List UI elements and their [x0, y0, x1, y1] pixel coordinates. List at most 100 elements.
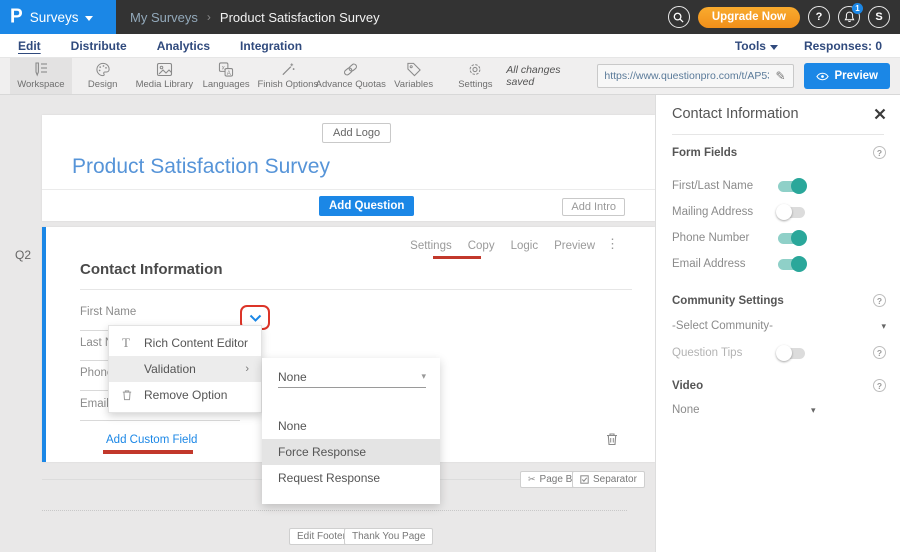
toolbar-item-design[interactable]: Design — [72, 58, 134, 94]
validation-option-request-response[interactable]: Request Response — [262, 465, 440, 491]
question-title[interactable]: Contact Information — [80, 261, 223, 278]
close-panel-button[interactable] — [874, 107, 886, 125]
thank-you-page-button[interactable]: Thank You Page — [344, 528, 433, 545]
chevron-down-icon[interactable]: ▾ — [881, 321, 886, 332]
question-logic-link[interactable]: Logic — [511, 240, 539, 252]
close-icon — [874, 108, 886, 120]
questionpro-survey-editor: P Surveys My Surveys › Product Satisfact… — [0, 0, 900, 552]
question-copy-link[interactable]: Copy — [468, 240, 495, 252]
toolbar-item-finish-options[interactable]: Finish Options — [257, 58, 319, 94]
footer-dotted-divider — [42, 510, 627, 511]
help-button[interactable]: ? — [808, 6, 830, 28]
question-action-menu: Settings Copy Logic Preview — [410, 240, 595, 252]
menu-item-remove-option[interactable]: Remove Option — [109, 382, 261, 408]
help-icon[interactable]: ? — [873, 379, 886, 392]
toolbar-label: Workspace — [17, 79, 64, 90]
tab-distribute[interactable]: Distribute — [71, 39, 127, 53]
translate-icon: xA — [218, 62, 234, 77]
notifications-button[interactable]: 1 — [838, 6, 860, 28]
option-label: Force Response — [278, 445, 366, 459]
toggle-question-tips[interactable] — [778, 348, 805, 359]
edit-url-pencil-icon[interactable]: ✎ — [769, 65, 793, 87]
magic-wand-icon — [280, 62, 296, 77]
toggle-phone-number[interactable] — [778, 233, 805, 244]
chevron-down-icon — [85, 16, 93, 21]
question-settings-link[interactable]: Settings — [410, 240, 452, 252]
toolbar-item-advance-quotas[interactable]: Advance Quotas — [319, 58, 383, 94]
toggle-label-phone-number: Phone Number — [672, 232, 749, 244]
separator-button[interactable]: Separator — [572, 471, 645, 488]
question-preview-link[interactable]: Preview — [554, 240, 595, 252]
toggle-email-address[interactable] — [778, 259, 805, 270]
add-intro-button[interactable]: Add Intro — [562, 198, 625, 216]
tab-integration[interactable]: Integration — [240, 39, 302, 53]
menu-item-validation[interactable]: Validation › — [109, 356, 261, 382]
help-label: ? — [816, 11, 823, 23]
search-button[interactable] — [668, 6, 690, 28]
video-heading: Video — [672, 380, 703, 392]
toggle-knob — [791, 230, 807, 246]
survey-title[interactable]: Product Satisfaction Survey — [72, 155, 330, 179]
chevron-down-icon — [770, 45, 778, 50]
toolbar-item-settings[interactable]: Settings — [445, 58, 507, 94]
upgrade-now-button[interactable]: Upgrade Now — [698, 7, 800, 28]
menu-item-label: Remove Option — [144, 388, 227, 402]
eye-icon — [816, 72, 829, 81]
text-format-icon: T — [122, 335, 144, 351]
help-icon[interactable]: ? — [873, 346, 886, 359]
select-community-dropdown[interactable]: -Select Community- — [672, 320, 773, 332]
avatar-initial: S — [875, 11, 882, 23]
toolbar-item-media-library[interactable]: Media Library — [134, 58, 196, 94]
field-context-menu: T Rich Content Editor Validation › Remov… — [108, 325, 262, 413]
toolbar-item-languages[interactable]: xA Languages — [195, 58, 257, 94]
question-more-menu[interactable]: ⋮ — [606, 236, 619, 252]
menu-item-label: Rich Content Editor — [144, 336, 248, 350]
tools-menu[interactable]: Tools — [735, 39, 778, 53]
toggle-label-email-address: Email Address — [672, 258, 746, 270]
chevron-down-icon: ▾ — [421, 371, 426, 382]
menu-item-label: Validation — [144, 362, 196, 376]
image-icon — [156, 62, 173, 77]
chevron-down-icon[interactable]: ▾ — [811, 405, 816, 416]
help-icon[interactable]: ? — [873, 294, 886, 307]
preview-label: Preview — [835, 70, 878, 82]
tab-edit[interactable]: Edit — [18, 39, 41, 53]
breadcrumb-current-survey: Product Satisfaction Survey — [220, 10, 380, 25]
validation-option-none[interactable]: None — [262, 413, 440, 439]
toolbar-item-workspace[interactable]: Workspace — [10, 58, 72, 94]
field-underline — [80, 420, 240, 421]
tab-analytics[interactable]: Analytics — [157, 39, 210, 53]
toolbar-label: Variables — [394, 79, 433, 90]
validation-select[interactable]: None ▾ — [278, 366, 426, 388]
product-switcher[interactable]: P Surveys — [0, 0, 116, 34]
menu-item-rich-content-editor[interactable]: T Rich Content Editor — [109, 330, 261, 356]
breadcrumb-separator: › — [207, 10, 211, 24]
toolbar-label: Finish Options — [258, 79, 319, 90]
toggle-knob — [776, 345, 792, 361]
help-icon[interactable]: ? — [873, 146, 886, 159]
survey-nav-tabs: Edit Distribute Analytics Integration To… — [0, 34, 900, 58]
save-status: All changes saved — [506, 64, 587, 88]
validation-selected-value: None — [278, 370, 307, 384]
account-avatar[interactable]: S — [868, 6, 890, 28]
toggle-first-last-name[interactable] — [778, 181, 805, 192]
editor-toolbar: Workspace Design Media Library xA Langua… — [0, 58, 900, 95]
survey-url-field[interactable]: https://www.questionpro.com/t/AP53kZgUI … — [597, 64, 793, 88]
field-first-name[interactable]: First Name — [80, 306, 136, 318]
add-logo-button[interactable]: Add Logo — [322, 123, 391, 143]
tabbar-right: Tools Responses: 0 — [735, 39, 882, 53]
thank-you-page-label: Thank You Page — [352, 531, 425, 542]
survey-url: https://www.questionpro.com/t/AP53kZgUI — [598, 70, 768, 82]
tools-label: Tools — [735, 39, 766, 53]
add-custom-field-link[interactable]: Add Custom Field — [106, 434, 197, 446]
breadcrumb-my-surveys[interactable]: My Surveys — [130, 10, 198, 25]
toolbar-item-variables[interactable]: Variables — [383, 58, 445, 94]
add-question-button[interactable]: Add Question — [319, 196, 414, 216]
preview-button[interactable]: Preview — [804, 63, 890, 89]
delete-question-trash-icon[interactable] — [606, 432, 618, 451]
video-select-dropdown[interactable]: None — [672, 404, 700, 416]
toggle-mailing-address[interactable] — [778, 207, 805, 218]
form-fields-heading: Form Fields — [672, 147, 737, 159]
validation-option-force-response[interactable]: Force Response — [262, 439, 440, 465]
panel-title: Contact Information — [672, 106, 799, 122]
